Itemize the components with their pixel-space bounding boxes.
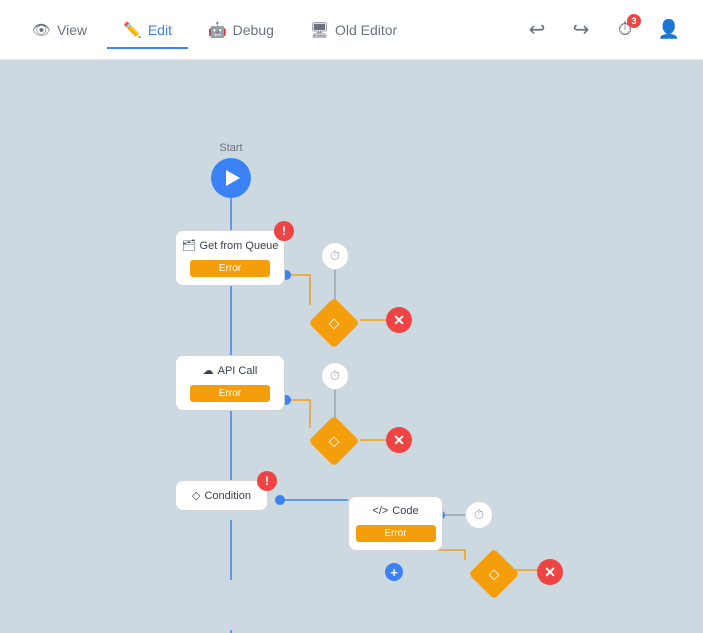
api-call-error: Error [190,385,270,402]
old-editor-icon: 🖥 [310,21,329,39]
code-error: Error [356,525,436,542]
code-title: </> Code [360,497,430,521]
queue-icon: 🗂 [182,239,196,252]
get-from-queue-title: 🗂 Get from Queue [170,231,291,256]
diamond-node-1[interactable]: ◇ [316,305,352,341]
canvas: Start 🗂 Get from Queue Error ! ⏱ ◇ ✕ ☁ A… [0,60,703,633]
timer-button[interactable]: ⏱ 3 [607,12,643,48]
api-icon: ☁ [203,364,214,377]
condition-error-dot: ! [257,471,277,491]
nav-edit-label: Edit [148,22,172,38]
diamond-node-3[interactable]: ◇ [476,556,512,592]
close-btn-3[interactable]: ✕ [537,559,563,585]
diamond-icon-2: ◇ [329,433,340,450]
start-node: Start [211,142,251,198]
nav-view[interactable]: 👁 View [16,13,103,49]
nav-debug[interactable]: 🤖 Debug [192,13,290,49]
start-label: Start [219,142,242,154]
toolbar-actions: ↩ ↪ ⏱ 3 👤 [519,12,687,48]
get-from-queue-error-dot: ! [274,221,294,241]
start-button[interactable] [211,158,251,198]
edit-icon: ✏️ [123,21,142,39]
diamond-node-2[interactable]: ◇ [316,423,352,459]
toolbar: 👁 View ✏️ Edit 🤖 Debug 🖥 Old Editor ↩ ↪ … [0,0,703,60]
condition-node[interactable]: ◇ Condition ! [175,480,268,511]
diamond-icon-1: ◇ [329,315,340,332]
redo-button[interactable]: ↪ [563,12,599,48]
api-call-node[interactable]: ☁ API Call Error [175,355,285,411]
close-btn-1[interactable]: ✕ [386,307,412,333]
nav-debug-label: Debug [233,22,274,38]
debug-icon: 🤖 [208,21,227,39]
clock-node-2[interactable]: ⏱ [321,362,349,390]
api-call-title: ☁ API Call [191,356,270,381]
play-icon [226,170,240,186]
clock-node-3[interactable]: ⏱ [465,501,493,529]
toolbar-nav: 👁 View ✏️ Edit 🤖 Debug 🖥 Old Editor [16,12,515,48]
code-node[interactable]: </> Code Error [348,496,443,551]
get-from-queue-error: Error [190,260,270,277]
add-user-button[interactable]: 👤 [651,12,687,48]
condition-icon: ◇ [192,489,200,502]
nav-old-editor[interactable]: 🖥 Old Editor [294,13,413,49]
timer-badge: 3 [627,14,641,28]
close-btn-2[interactable]: ✕ [386,427,412,453]
add-node-btn[interactable]: + [385,563,403,581]
view-icon: 👁 [32,21,51,39]
get-from-queue-node[interactable]: 🗂 Get from Queue Error ! [175,230,285,286]
nav-view-label: View [57,22,87,38]
clock-node-1[interactable]: ⏱ [321,242,349,270]
nav-old-editor-label: Old Editor [335,22,397,38]
nav-edit[interactable]: ✏️ Edit [107,13,188,49]
code-icon: </> [372,505,388,517]
undo-button[interactable]: ↩ [519,12,555,48]
diamond-icon-3: ◇ [489,566,500,583]
